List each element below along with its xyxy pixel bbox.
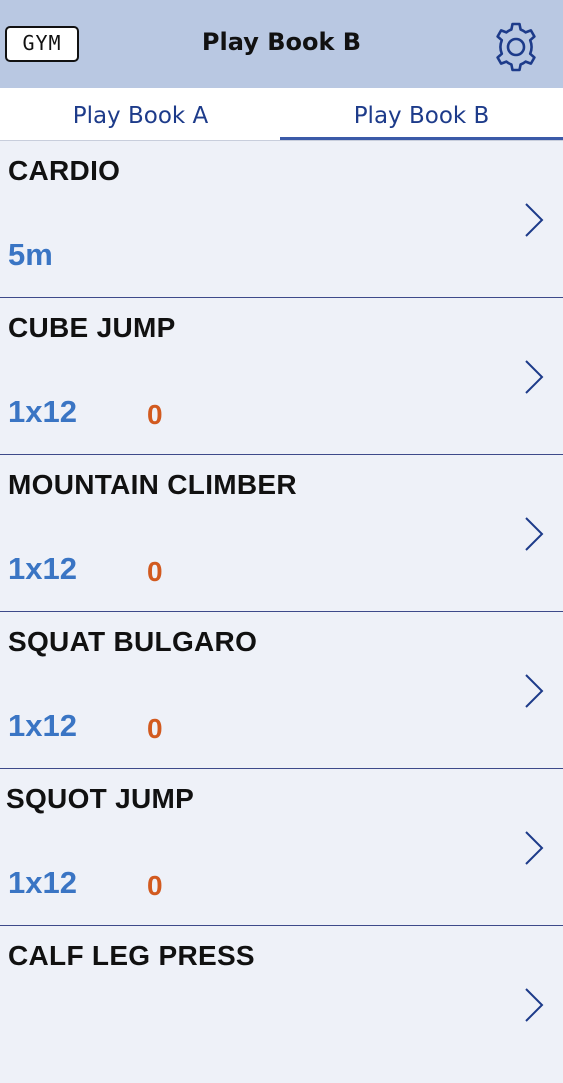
exercise-name: SQUOT JUMP	[6, 783, 195, 814]
chevron-right-icon	[525, 831, 544, 865]
chevron-right-icon	[525, 360, 544, 394]
exercise-sets: 1x12	[8, 551, 77, 586]
exercise-name: MOUNTAIN CLIMBER	[8, 469, 297, 500]
list-item[interactable]: CALF LEG PRESS	[0, 926, 563, 1083]
list-item[interactable]: SQUAT BULGARO 1x12 0	[0, 612, 563, 769]
list-item[interactable]: CUBE JUMP 1x12 0	[0, 298, 563, 455]
tab-play-book-a[interactable]: Play Book A	[0, 88, 281, 140]
page-title: Play Book B	[201, 28, 362, 56]
app-header: GYM Play Book B	[0, 0, 563, 88]
tab-play-book-b[interactable]: Play Book B	[280, 88, 563, 140]
exercise-name: SQUAT BULGARO	[8, 626, 258, 657]
list-item[interactable]: MOUNTAIN CLIMBER 1x12 0	[0, 455, 563, 612]
exercise-name: CALF LEG PRESS	[8, 940, 255, 971]
exercise-sets: 1x12	[8, 394, 77, 429]
list-item[interactable]: SQUOT JUMP 1x12 0	[0, 769, 563, 926]
list-item[interactable]: CARDIO 5m	[0, 141, 563, 298]
exercise-name: CARDIO	[8, 155, 121, 186]
gear-icon[interactable]	[489, 20, 543, 74]
exercise-list: CARDIO 5m CUBE JUMP 1x12 0 MOUNTAIN CLIM…	[0, 141, 563, 1083]
exercise-name: CUBE JUMP	[8, 312, 176, 343]
chevron-right-icon	[525, 517, 544, 551]
exercise-sets: 5m	[8, 237, 53, 272]
exercise-sets: 1x12	[8, 708, 77, 743]
exercise-sets: 1x12	[8, 865, 77, 900]
exercise-count: 0	[147, 556, 163, 587]
chevron-right-icon	[525, 988, 544, 1022]
exercise-count: 0	[147, 870, 163, 901]
exercise-count: 0	[147, 713, 163, 744]
chevron-right-icon	[525, 203, 544, 237]
chevron-right-icon	[525, 674, 544, 708]
exercise-count: 0	[147, 399, 163, 430]
tab-bar: Play Book A Play Book B	[0, 88, 563, 141]
